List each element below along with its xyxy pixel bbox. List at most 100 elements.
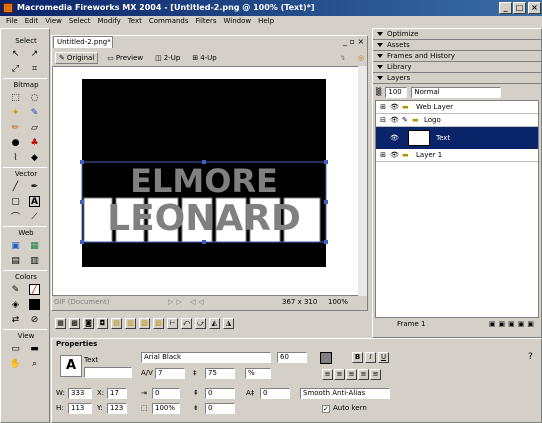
stroke-swatch[interactable]: ╱ (29, 284, 40, 295)
ungroup-icon[interactable]: ▩ (69, 317, 80, 329)
minimize-button[interactable]: _ (499, 2, 512, 14)
font-size-field[interactable]: 60 (277, 352, 307, 363)
baseline-field[interactable]: 0 (260, 388, 290, 399)
text-object[interactable]: ELMORE LEONARD (80, 160, 330, 246)
hide-slices-icon[interactable]: ▤ (10, 255, 21, 266)
eyedropper-tool-icon[interactable]: ⌇ (10, 152, 21, 163)
close-button[interactable]: × (528, 2, 541, 14)
bring-forward-icon[interactable]: ▧ (139, 317, 150, 329)
panel-library[interactable]: Library (373, 62, 541, 73)
brush-tool-icon[interactable]: ✎ (29, 107, 40, 118)
magic-wand-tool-icon[interactable]: ✦ (10, 107, 21, 118)
hand-tool-icon[interactable]: ✋ (10, 358, 21, 369)
collapse-icon[interactable]: ⊟ (376, 116, 390, 124)
y-field[interactable]: 123 (107, 403, 127, 414)
text-tool-icon[interactable]: A (29, 196, 40, 207)
underline-button[interactable]: U (378, 352, 389, 363)
menu-view[interactable]: View (45, 16, 62, 27)
align-left-icon[interactable]: ≡ (322, 369, 333, 380)
view-2up-tab[interactable]: ◫ 2-Up (152, 53, 183, 63)
leading-unit-select[interactable]: % (245, 368, 271, 379)
arrange-front-icon[interactable]: ▤ (111, 317, 122, 329)
height-field[interactable]: 113 (68, 403, 92, 414)
rotate-ccw-icon[interactable]: ⤺ (181, 317, 192, 329)
slice-tool-icon[interactable]: ▦ (29, 240, 40, 251)
layer-row-logo[interactable]: ⊟ 👁 ✎ ▬ Logo (376, 114, 538, 127)
menu-edit[interactable]: Edit (25, 16, 39, 27)
send-backward-icon[interactable]: ▨ (153, 317, 164, 329)
expand-icon[interactable]: ⊞ (376, 151, 390, 159)
panel-layers[interactable]: Layers (373, 73, 541, 84)
autokern-checkbox[interactable]: ✓ (322, 405, 330, 413)
x-field[interactable]: 17 (107, 388, 127, 399)
text-color-swatch[interactable] (320, 352, 332, 364)
italic-button[interactable]: I (365, 352, 376, 363)
space-after-field[interactable]: 0 (205, 403, 235, 414)
eye-icon[interactable]: 👁 (390, 103, 402, 111)
doc-window-controls-icon[interactable]: _ ▫ × (343, 37, 364, 46)
layer-row-web[interactable]: ⊞ 👁 ▬ Web Layer (376, 101, 538, 114)
standard-screen-icon[interactable]: ▭ (10, 343, 21, 354)
swap-colors-icon[interactable]: ⇄ (10, 314, 21, 325)
full-screen-menus-icon[interactable]: ▬ (29, 343, 40, 354)
canvas-vscrollbar[interactable] (358, 66, 367, 296)
help-icon[interactable]: ? (528, 352, 533, 362)
knife-tool-icon[interactable]: ⟋ (29, 211, 40, 222)
split-icon[interactable]: ◘ (97, 317, 108, 329)
show-slices-icon[interactable]: ▥ (29, 255, 40, 266)
optimize-icon[interactable]: ◎ (358, 54, 364, 62)
freeform-tool-icon[interactable]: ⌒ (10, 211, 21, 223)
eye-icon[interactable]: 👁 (390, 134, 402, 142)
paint-bucket-tool-icon[interactable]: ◆ (29, 152, 40, 163)
justify-icon[interactable]: ≡ (358, 369, 369, 380)
rectangle-tool-icon[interactable]: ▢ (10, 196, 21, 207)
expand-icon[interactable]: ⊞ (376, 103, 390, 111)
pencil-tool-icon[interactable]: ✏ (10, 122, 21, 133)
frame-label[interactable]: Frame 1 (397, 320, 426, 328)
view-preview-tab[interactable]: ▭ Preview (104, 53, 146, 63)
align-icon[interactable]: ⊢ (167, 317, 178, 329)
eye-icon[interactable]: 👁 (390, 116, 402, 124)
menu-help[interactable]: Help (258, 16, 274, 27)
flip-v-icon[interactable]: ◮ (223, 317, 234, 329)
layer-row-layer1[interactable]: ⊞ 👁 ▬ Layer 1 (376, 149, 538, 162)
line-tool-icon[interactable]: ╱ (10, 181, 21, 192)
space-before-field[interactable]: 0 (205, 388, 235, 399)
view-4up-tab[interactable]: ⊞ 4-Up (189, 53, 219, 63)
opacity-field[interactable]: 100 (385, 86, 408, 98)
pointer-tool-icon[interactable]: ↖ (10, 48, 21, 59)
fill-swatch[interactable] (29, 299, 40, 310)
antialias-select[interactable]: Smooth Anti-Alias (300, 388, 390, 399)
crop-tool-icon[interactable]: ⌗ (29, 63, 40, 74)
document-tab[interactable]: Untitled-2.png* (53, 36, 113, 48)
object-name-field[interactable] (84, 367, 132, 378)
menu-commands[interactable]: Commands (149, 16, 189, 27)
align-right-icon[interactable]: ≡ (346, 369, 357, 380)
leading-field[interactable]: 75 (205, 368, 235, 379)
maximize-button[interactable]: □ (513, 2, 526, 14)
hotspot-tool-icon[interactable]: ▣ (10, 240, 21, 251)
frame-controls-icon[interactable]: ▷▷ ◁◁ (168, 297, 207, 308)
group-icon[interactable]: ▦ (55, 317, 66, 329)
arrange-back-icon[interactable]: ▥ (125, 317, 136, 329)
stretch-icon[interactable]: ≡ (370, 369, 381, 380)
fill-color-icon[interactable]: ◈ (10, 299, 21, 310)
align-center-icon[interactable]: ≡ (334, 369, 345, 380)
rotate-cw-icon[interactable]: ⤻ (195, 317, 206, 329)
menu-file[interactable]: File (6, 16, 18, 27)
width-field[interactable]: 333 (68, 388, 92, 399)
flip-h-icon[interactable]: ◭ (209, 317, 220, 329)
blur-tool-icon[interactable]: ● (10, 137, 21, 148)
indent-field[interactable]: 0 (152, 388, 180, 399)
scale-tool-icon[interactable]: ⤢ (10, 63, 21, 74)
menu-window[interactable]: Window (224, 16, 252, 27)
panel-optimize[interactable]: Optimize (373, 29, 541, 40)
pen-tool-icon[interactable]: ✒ (29, 181, 40, 192)
menu-text[interactable]: Text (128, 16, 142, 27)
kerning-field[interactable]: 7 (155, 368, 185, 379)
join-icon[interactable]: ◙ (83, 317, 94, 329)
no-color-icon[interactable]: ⊘ (29, 314, 40, 325)
lasso-tool-icon[interactable]: ◌ (29, 92, 40, 103)
zoom-level[interactable]: 100% (328, 297, 348, 308)
properties-title[interactable]: Properties (56, 340, 97, 348)
